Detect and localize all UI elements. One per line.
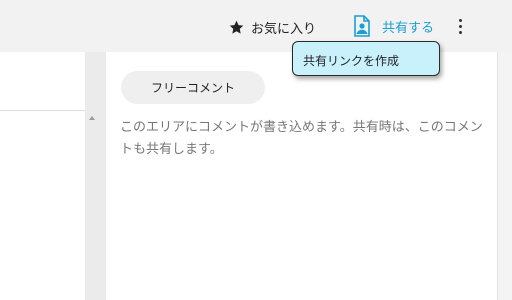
kebab-dot (458, 30, 462, 34)
share-button[interactable]: 共有する (352, 15, 434, 37)
more-vertical-icon[interactable] (452, 15, 468, 37)
share-label: 共有する (382, 20, 435, 36)
left-panel (0, 52, 85, 300)
left-panel-divider (0, 110, 85, 111)
free-comment-tab[interactable]: フリーコメント (121, 71, 265, 104)
share-dropdown-menu: 共有リンクを作成 (292, 41, 440, 76)
comment-description: このエリアにコメントが書き込めます。共有時は、このコメントも共有します。 (120, 120, 483, 157)
create-share-link-menu-item[interactable]: 共有リンクを作成 (303, 54, 399, 68)
kebab-dot (458, 24, 462, 28)
star-icon (229, 20, 244, 34)
favorite-button[interactable]: お気に入り (228, 16, 316, 38)
user-document-icon (354, 15, 370, 37)
right-panel-edge (497, 52, 512, 300)
scroll-up-arrow-icon[interactable] (89, 116, 95, 120)
favorite-label: お気に入り (251, 21, 317, 37)
left-scrollbar[interactable] (85, 110, 99, 300)
kebab-dot (458, 18, 462, 22)
